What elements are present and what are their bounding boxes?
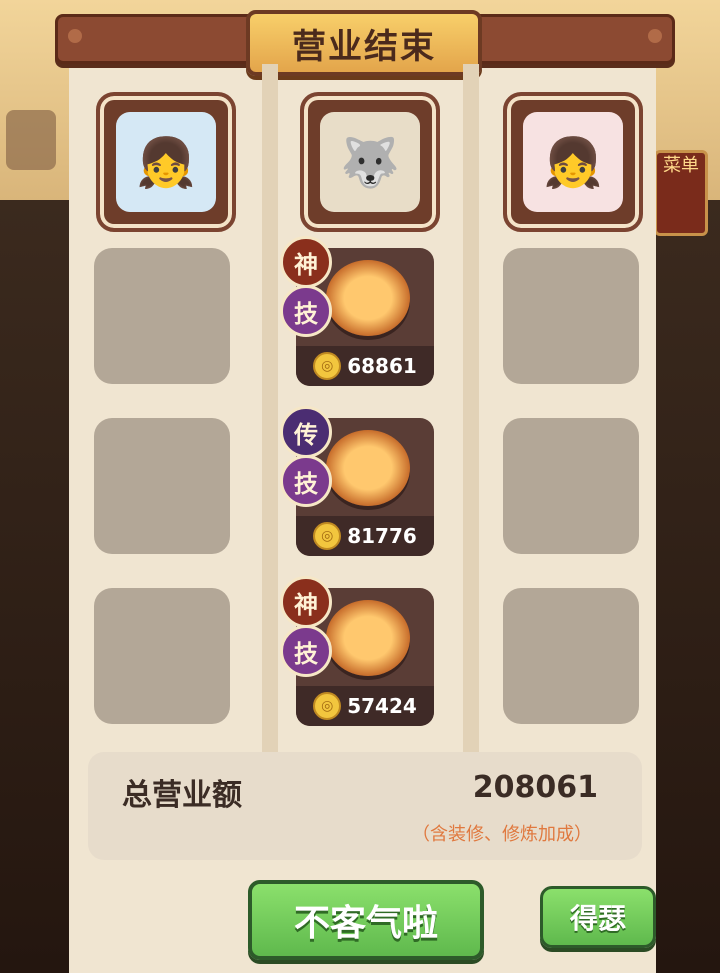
coin-glyph: ◎ <box>321 698 334 714</box>
avatar-center[interactable]: 🐺 <box>300 92 440 232</box>
dish-price: 68861 <box>347 354 417 378</box>
avatar-left-glyph: 👧 <box>136 134 196 191</box>
legend-grade-badge: 传 <box>280 406 332 458</box>
dish-price: 81776 <box>347 524 417 548</box>
empty-slot <box>503 248 639 384</box>
total-revenue-panel: 总营业额 208061 （含装修、修炼加成） <box>88 752 642 860</box>
dish-price-row: ◎ 81776 <box>296 516 434 556</box>
fish-dish-icon <box>326 430 410 506</box>
dish-price: 57424 <box>347 694 417 718</box>
empty-slot <box>503 588 639 724</box>
coin-icon: ◎ <box>313 692 342 720</box>
background-decoration <box>6 110 56 170</box>
grilled-dish-icon <box>326 600 410 676</box>
avatar-center-glyph: 🐺 <box>340 134 400 191</box>
skill-badge: 技 <box>280 285 332 337</box>
column-divider-right <box>463 64 479 752</box>
menu-side-button-label: 菜单 <box>663 155 699 176</box>
girl-with-bows-icon: 👧 <box>116 112 216 212</box>
confirm-button-label: 不客气啦 <box>293 903 438 944</box>
coin-icon: ◎ <box>313 352 342 380</box>
avatar-right[interactable]: 👧 <box>503 92 643 232</box>
avatar-right-glyph: 👧 <box>543 134 603 191</box>
empty-slot <box>503 418 639 554</box>
coin-icon: ◎ <box>313 522 342 550</box>
dish-price-row: ◎ 57424 <box>296 686 434 726</box>
soup-bowl-icon <box>326 260 410 336</box>
brag-button[interactable]: 得瑟 <box>540 886 656 948</box>
coin-glyph: ◎ <box>321 358 334 374</box>
skill-badge: 技 <box>280 625 332 677</box>
title-plaque: 营业结束 <box>246 10 482 76</box>
avatar-left[interactable]: 👧 <box>96 92 236 232</box>
badge-text: 神 <box>294 590 318 619</box>
column-divider-left <box>262 64 278 752</box>
badge-text: 技 <box>294 469 318 498</box>
god-grade-badge: 神 <box>280 576 332 628</box>
badge-text: 技 <box>294 299 318 328</box>
empty-slot <box>94 418 230 554</box>
empty-slot <box>94 588 230 724</box>
god-grade-badge: 神 <box>280 236 332 288</box>
total-revenue-value: 208061 <box>472 770 598 805</box>
skill-badge: 技 <box>280 455 332 507</box>
badge-text: 神 <box>294 250 318 279</box>
total-revenue-note: （含装修、修炼加成） <box>412 824 592 845</box>
empty-slot <box>94 248 230 384</box>
brag-button-label: 得瑟 <box>569 902 626 935</box>
wolf-chef-icon: 🐺 <box>320 112 420 212</box>
menu-side-button[interactable]: 菜单 <box>654 150 708 236</box>
total-revenue-label: 总营业额 <box>122 778 242 813</box>
girl-with-apples-icon: 👧 <box>523 112 623 212</box>
dish-price-row: ◎ 68861 <box>296 346 434 386</box>
badge-text: 技 <box>294 639 318 668</box>
coin-glyph: ◎ <box>321 528 334 544</box>
page-title: 营业结束 <box>292 26 436 67</box>
badge-text: 传 <box>294 420 318 449</box>
confirm-button[interactable]: 不客气啦 <box>248 880 484 960</box>
